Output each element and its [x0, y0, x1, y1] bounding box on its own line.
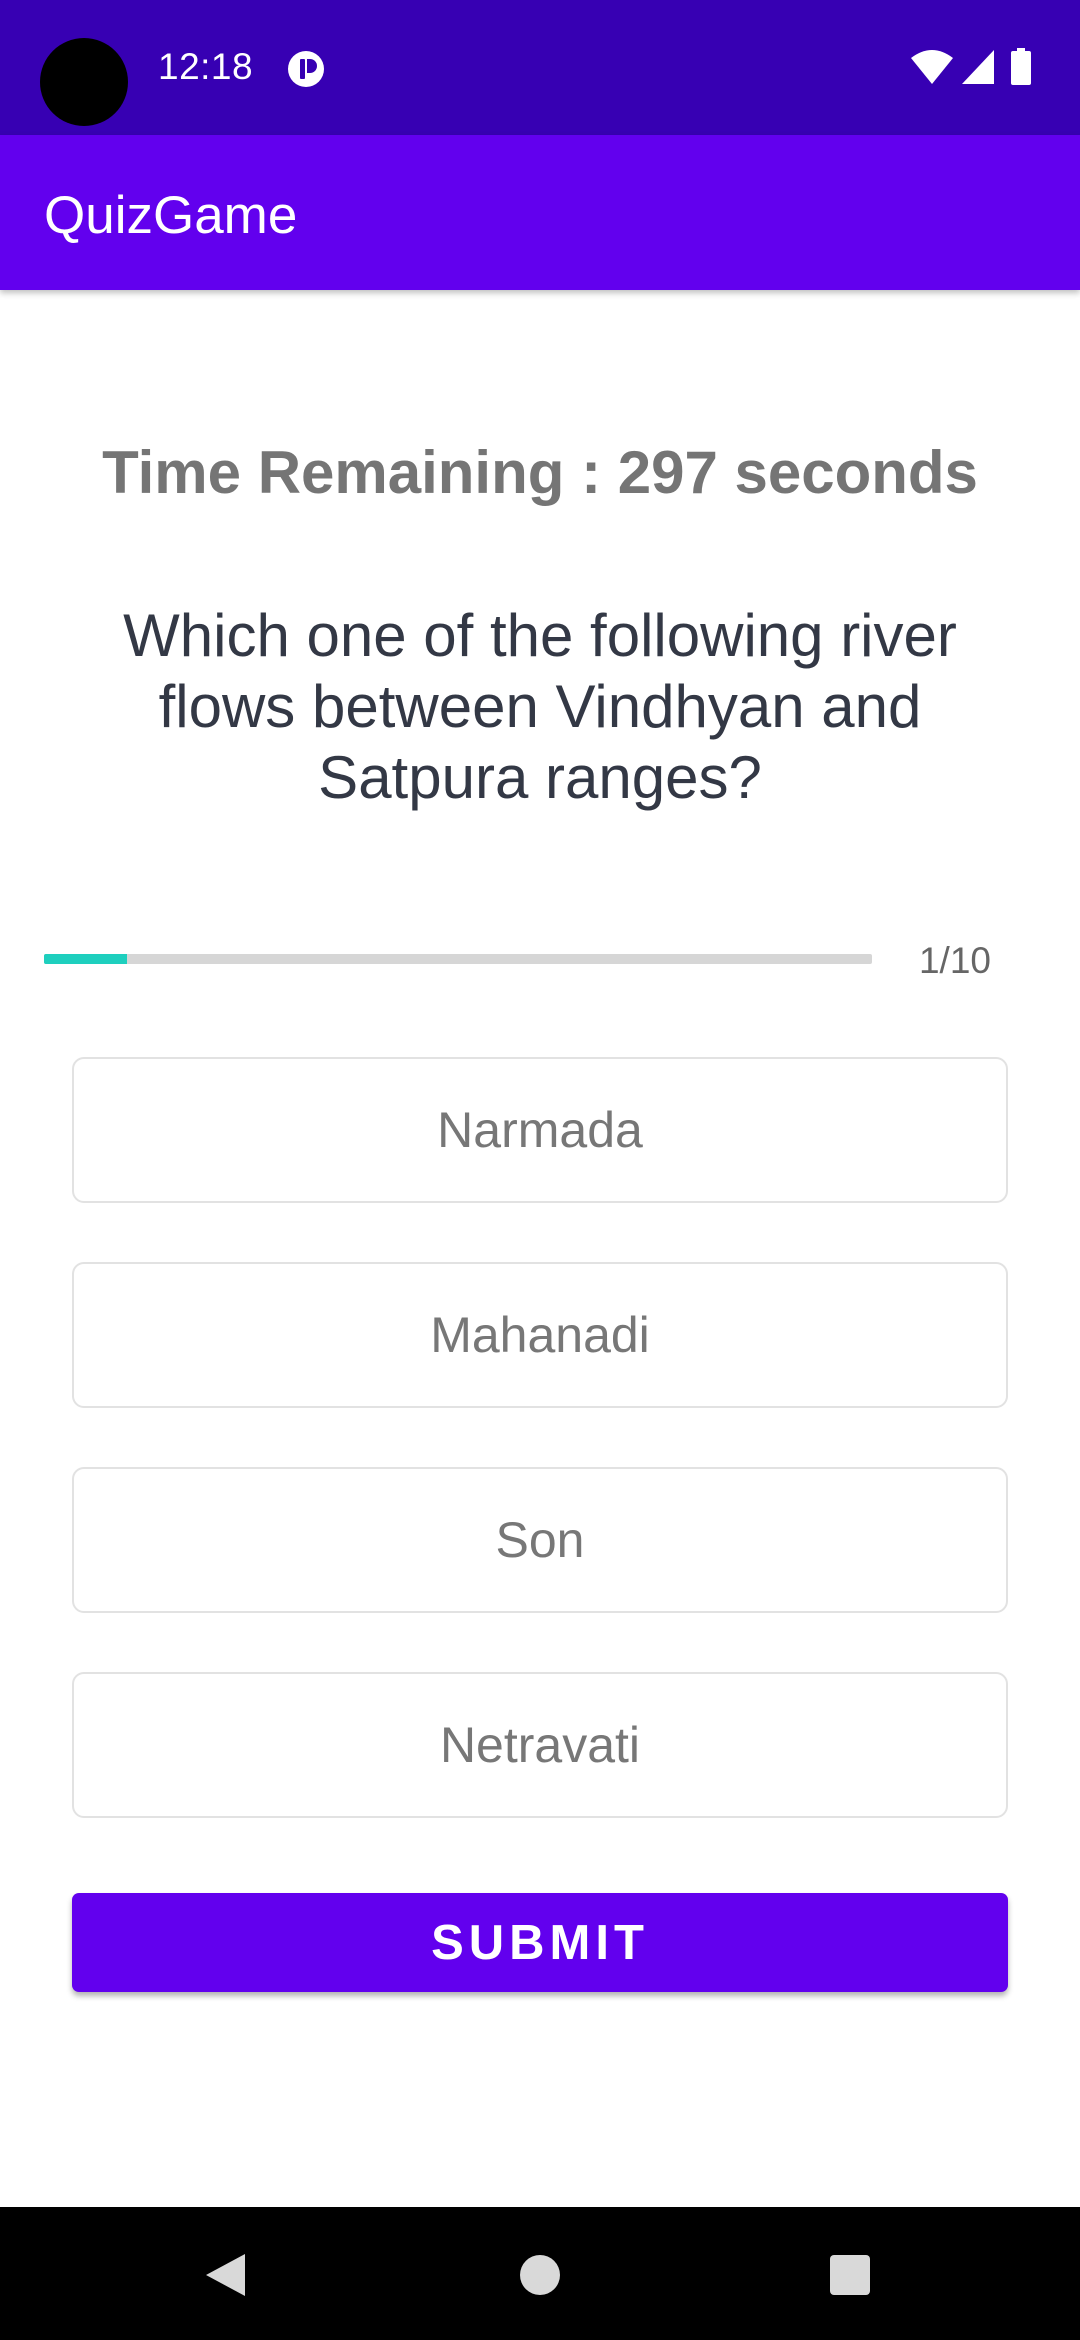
wifi-icon: [911, 50, 953, 84]
app-title: QuizGame: [44, 186, 298, 245]
answer-option-mahanadi[interactable]: Mahanadi: [72, 1262, 1008, 1408]
answer-option-narmada[interactable]: Narmada: [72, 1057, 1008, 1203]
back-icon[interactable]: [200, 2250, 250, 2300]
home-icon[interactable]: [518, 2253, 562, 2297]
status-time: 12:18: [158, 46, 254, 87]
navigation-bar: [0, 2207, 1080, 2340]
quiz-screen: 12:18 QuizGame Time Remaining : 297 seco…: [0, 0, 1080, 2340]
question-counter: 1/10: [918, 940, 991, 981]
quiz-progress-fill: [44, 954, 127, 964]
status-bar: 12:18: [0, 0, 1080, 135]
signal-icon: [962, 50, 994, 84]
time-remaining-text: Time Remaining : 297 seconds: [102, 439, 978, 506]
camera-cutout: [40, 38, 128, 126]
answer-option-son[interactable]: Son: [72, 1467, 1008, 1613]
quiz-progress-bar: [44, 954, 872, 964]
question-text: Which one of the following river flows b…: [123, 602, 957, 811]
app-bar: QuizGame: [0, 135, 1080, 290]
battery-icon: [1011, 48, 1031, 85]
submit-button[interactable]: SUBMIT: [72, 1893, 1008, 1992]
recents-icon[interactable]: [828, 2253, 872, 2297]
answer-option-netravati[interactable]: Netravati: [72, 1672, 1008, 1818]
app-notification-icon: [288, 51, 324, 87]
